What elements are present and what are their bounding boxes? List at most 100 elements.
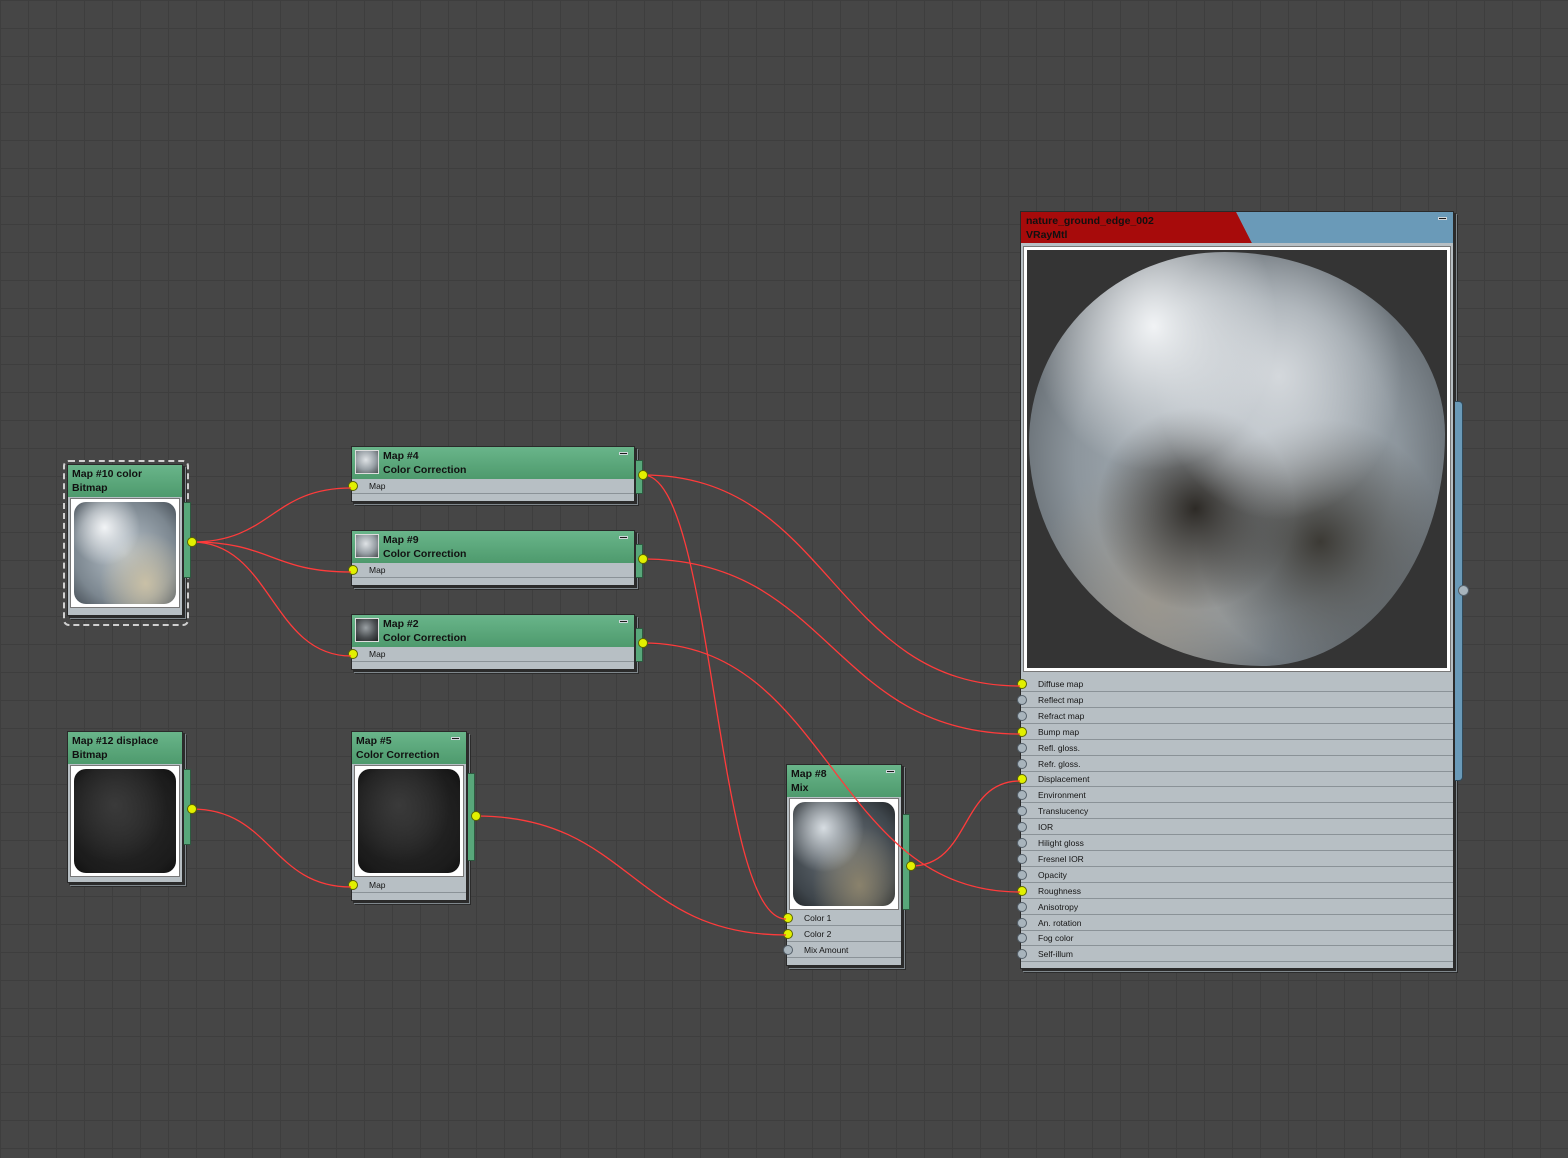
node-map8-mix[interactable]: Map #8 Mix Color 1 Color 2 Mix Amount xyxy=(783,764,910,966)
node-header[interactable]: nature_ground_edge_002 VRayMtl xyxy=(1021,212,1453,243)
input-slot-map[interactable]: Map xyxy=(348,647,634,662)
node-header[interactable]: Map #5 Color Correction xyxy=(352,732,466,764)
minimize-icon[interactable] xyxy=(451,737,460,740)
input-socket[interactable] xyxy=(1017,710,1027,721)
wire-map10-to-map9[interactable] xyxy=(191,541,352,573)
input-socket[interactable] xyxy=(348,481,358,491)
minimize-icon[interactable] xyxy=(619,536,628,539)
node-material-vraymtl[interactable]: nature_ground_edge_002 VRayMtl Diffuse m… xyxy=(1017,211,1469,969)
node-title: Map #2 xyxy=(383,618,419,630)
node-map12-bitmap[interactable]: Map #12 displace Bitmap xyxy=(67,731,191,883)
material-slot-bump-map[interactable]: Bump map xyxy=(1017,724,1453,740)
output-socket-map8[interactable] xyxy=(906,861,916,871)
node-map10-bitmap[interactable]: Map #10 color Bitmap xyxy=(67,464,191,616)
wire-map9-to-bump[interactable] xyxy=(642,558,1021,735)
node-header[interactable]: Map #4 Color Correction xyxy=(352,447,634,479)
output-socket-map9[interactable] xyxy=(638,554,648,564)
input-slot-mix-amount[interactable]: Mix Amount xyxy=(783,943,901,958)
material-slot-refl-gloss[interactable]: Refl. gloss. xyxy=(1017,740,1453,756)
input-socket[interactable] xyxy=(1017,949,1027,960)
input-socket[interactable] xyxy=(1017,885,1027,896)
material-slot-anisotropy[interactable]: Anisotropy xyxy=(1017,899,1453,915)
material-slot-self-illum[interactable]: Self-illum xyxy=(1017,947,1453,963)
input-socket[interactable] xyxy=(783,929,793,939)
input-slot-map[interactable]: Map xyxy=(348,563,634,578)
material-output-socket[interactable] xyxy=(1458,585,1469,596)
node-header[interactable]: Map #10 color Bitmap xyxy=(68,465,182,497)
material-slot-displacement[interactable]: Displacement xyxy=(1017,772,1453,788)
node-preview[interactable] xyxy=(70,498,180,608)
output-socket-map5[interactable] xyxy=(471,811,481,821)
wire-map12-to-map5[interactable] xyxy=(191,808,352,888)
input-socket[interactable] xyxy=(1017,726,1027,737)
wire-mix-to-displacement[interactable] xyxy=(910,780,1021,867)
input-socket[interactable] xyxy=(1017,838,1027,848)
wire-map5-to-mix-color2[interactable] xyxy=(475,815,787,936)
wire-map10-to-map2[interactable] xyxy=(191,541,352,657)
material-slot-opacity[interactable]: Opacity xyxy=(1017,867,1453,883)
node-preview[interactable] xyxy=(70,765,180,877)
input-socket[interactable] xyxy=(1017,822,1027,833)
output-socket-map2[interactable] xyxy=(638,638,648,648)
input-socket[interactable] xyxy=(1017,917,1027,928)
node-map5-color-correction[interactable]: Map #5 Color Correction Map xyxy=(348,731,475,901)
input-socket[interactable] xyxy=(1017,774,1027,785)
material-slot-diffuse-map[interactable]: Diffuse map xyxy=(1017,677,1453,692)
node-title: Map #10 color xyxy=(72,468,143,480)
input-socket[interactable] xyxy=(1017,742,1027,753)
input-socket[interactable] xyxy=(1017,869,1027,880)
input-socket[interactable] xyxy=(1017,790,1027,801)
slot-label: Reflect map xyxy=(1038,694,1084,705)
material-slot-reflect-map[interactable]: Reflect map xyxy=(1017,692,1453,708)
material-slot-roughness[interactable]: Roughness xyxy=(1017,883,1453,899)
input-socket[interactable] xyxy=(348,649,358,659)
input-socket[interactable] xyxy=(1017,694,1027,705)
material-slot-translucency[interactable]: Translucency xyxy=(1017,804,1453,820)
wire-map4-to-mix-color1[interactable] xyxy=(642,474,787,920)
minimize-icon[interactable] xyxy=(886,770,895,773)
node-preview[interactable] xyxy=(354,765,464,877)
material-slot-fog-color[interactable]: Fog color xyxy=(1017,931,1453,947)
output-socket-map10[interactable] xyxy=(187,537,197,547)
input-slot-map[interactable]: Map xyxy=(348,479,634,494)
input-socket[interactable] xyxy=(783,945,793,955)
input-socket[interactable] xyxy=(1017,933,1027,944)
node-header[interactable]: Map #12 displace Bitmap xyxy=(68,732,182,764)
material-preview[interactable] xyxy=(1023,246,1451,672)
input-socket[interactable] xyxy=(783,913,793,923)
input-slot-map[interactable]: Map xyxy=(348,878,466,893)
wire-map4-to-diffuse[interactable] xyxy=(642,474,1021,687)
material-slot-fresnel-ior[interactable]: Fresnel IOR xyxy=(1017,851,1453,867)
sphere-preview-image xyxy=(358,769,460,873)
material-slot-environment[interactable]: Environment xyxy=(1017,788,1453,804)
input-socket[interactable] xyxy=(348,565,358,575)
output-socket-map12[interactable] xyxy=(187,804,197,814)
material-slot-hilight-gloss[interactable]: Hilight gloss xyxy=(1017,836,1453,851)
material-slot-ior[interactable]: IOR xyxy=(1017,820,1453,836)
input-socket[interactable] xyxy=(1017,901,1027,912)
node-header[interactable]: Map #9 Color Correction xyxy=(352,531,634,563)
minimize-icon[interactable] xyxy=(619,452,628,455)
material-slot-an-rotation[interactable]: An. rotation xyxy=(1017,915,1453,931)
node-map9-color-correction[interactable]: Map #9 Color Correction Map xyxy=(348,530,643,586)
input-socket[interactable] xyxy=(1017,853,1027,864)
node-map4-color-correction[interactable]: Map #4 Color Correction Map xyxy=(348,446,643,502)
node-header[interactable]: Map #8 Mix xyxy=(787,765,901,797)
minimize-icon[interactable] xyxy=(1438,217,1447,220)
wire-map10-to-map4[interactable] xyxy=(191,487,352,543)
slot-label: Mix Amount xyxy=(804,945,849,955)
slot-label: Refl. gloss. xyxy=(1038,742,1081,753)
material-slot-refr-gloss[interactable]: Refr. gloss. xyxy=(1017,756,1453,772)
node-header[interactable]: Map #2 Color Correction xyxy=(352,615,634,647)
input-socket[interactable] xyxy=(1017,679,1027,689)
input-socket[interactable] xyxy=(1017,758,1027,769)
minimize-icon[interactable] xyxy=(619,620,628,623)
input-slot-color1[interactable]: Color 1 xyxy=(783,911,901,926)
input-slot-color2[interactable]: Color 2 xyxy=(783,927,901,942)
output-socket-map4[interactable] xyxy=(638,470,648,480)
node-map2-color-correction[interactable]: Map #2 Color Correction Map xyxy=(348,614,643,670)
node-preview[interactable] xyxy=(789,798,899,910)
input-socket[interactable] xyxy=(1017,806,1027,817)
input-socket[interactable] xyxy=(348,880,358,890)
material-slot-refract-map[interactable]: Refract map xyxy=(1017,708,1453,724)
